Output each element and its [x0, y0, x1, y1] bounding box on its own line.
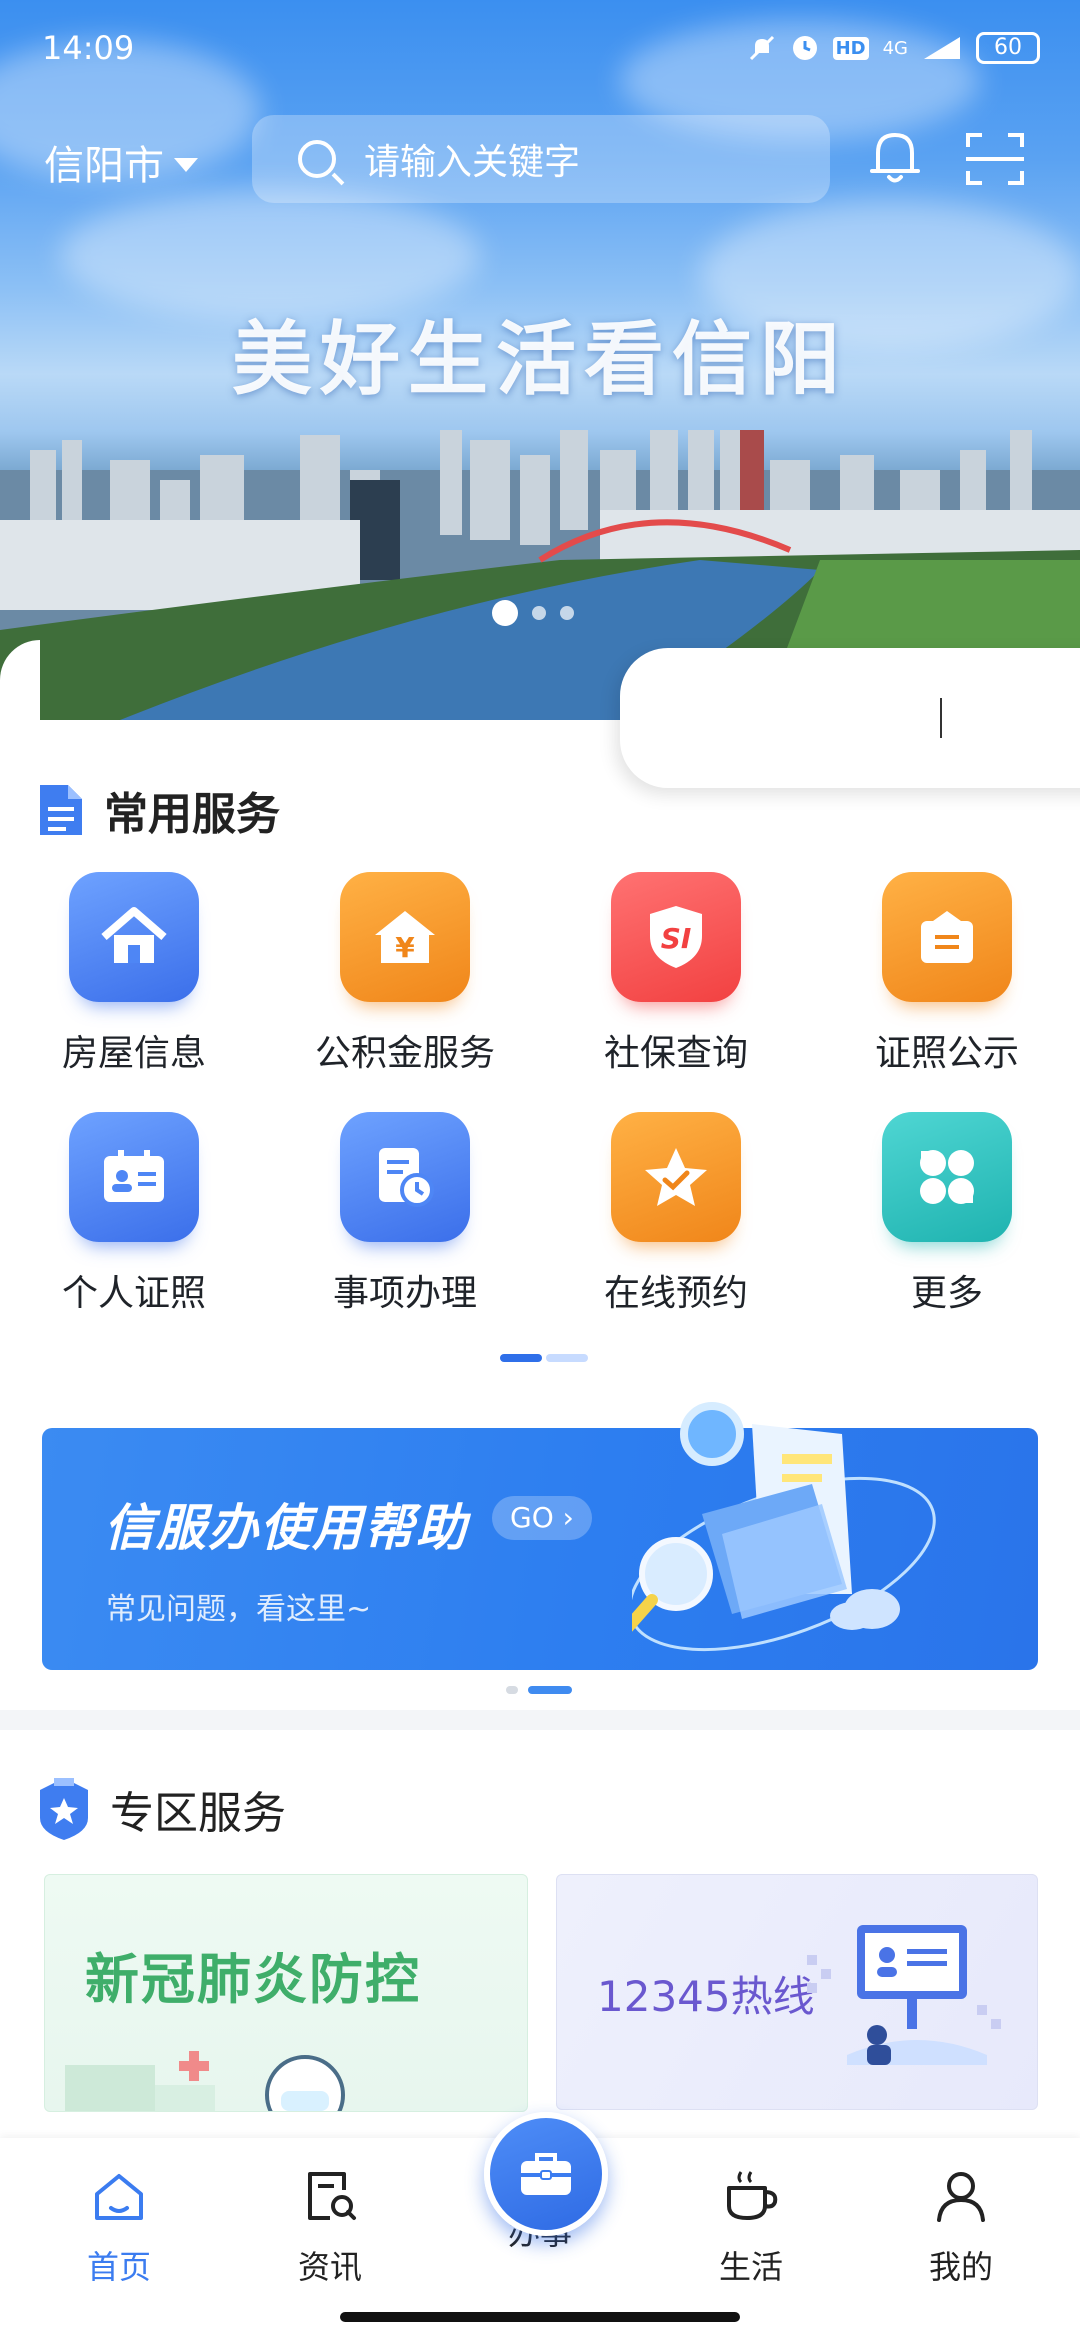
- alarm-clock-icon: [792, 36, 817, 60]
- hospital-illustration: [65, 2051, 345, 2111]
- network-type: 4G: [882, 37, 908, 59]
- pager-active: [528, 1686, 572, 1694]
- help-title: 信服办使用帮助: [104, 1499, 468, 1557]
- banner-dot[interactable]: [560, 606, 574, 620]
- service-housing-fund[interactable]: ¥ 公积金服务: [295, 872, 515, 1076]
- tab-life[interactable]: 生活: [676, 2166, 826, 2288]
- social-security-shield-icon: SI: [611, 872, 741, 1002]
- card-title: 12345热线: [597, 1972, 815, 2021]
- fund-yuan-house-icon: ¥: [340, 872, 470, 1002]
- zone-services-header: 专区服务: [36, 1774, 286, 1844]
- document-clock-icon: [340, 1112, 470, 1242]
- top-bar: 信阳市 请输入关键字: [0, 115, 1080, 205]
- support-desk-illustration: [807, 1925, 1001, 2065]
- section-title: 专区服务: [110, 1788, 286, 1839]
- tab-news[interactable]: 资讯: [255, 2166, 405, 2288]
- service-label: 个人证照: [61, 1273, 206, 1314]
- service-more[interactable]: 更多: [837, 1112, 1057, 1316]
- status-bar: 14:09 HD 4G 60: [42, 28, 1040, 68]
- service-label: 公积金服务: [314, 1033, 495, 1074]
- city-selector[interactable]: 信阳市: [44, 133, 198, 191]
- service-label: 证照公示: [874, 1033, 1019, 1074]
- go-label: GO: [510, 1501, 554, 1534]
- pager-active: [500, 1354, 542, 1362]
- id-card-icon: [69, 1112, 199, 1242]
- service-personal-license[interactable]: 个人证照: [24, 1112, 244, 1316]
- briefcase-icon: [521, 2153, 571, 2195]
- user-icon: [937, 2172, 985, 2222]
- affairs-fab-button[interactable]: [484, 2112, 608, 2236]
- tab-mine[interactable]: 我的: [886, 2166, 1036, 2288]
- card-title: 新冠肺炎防控: [85, 1948, 421, 2011]
- signal-icon: [924, 37, 960, 59]
- tab-label: 我的: [928, 2248, 993, 2286]
- battery-indicator: 60: [976, 32, 1040, 64]
- more-grid-icon: [882, 1112, 1012, 1242]
- svg-text:¥: ¥: [395, 931, 415, 964]
- service-label: 更多: [910, 1273, 983, 1314]
- pager-inactive: [546, 1354, 588, 1362]
- svg-text:SI: SI: [661, 922, 692, 955]
- service-license-notice[interactable]: 证照公示: [837, 872, 1057, 1076]
- hd-badge: HD: [832, 36, 869, 60]
- search-icon: [298, 140, 336, 178]
- banner-dot[interactable]: [532, 606, 546, 620]
- city-name: 信阳市: [44, 143, 164, 189]
- bell-icon[interactable]: [868, 127, 922, 187]
- help-pager: [506, 1686, 572, 1694]
- folder-magnifier-illustration: [632, 1402, 936, 1652]
- hotline-12345-card[interactable]: 12345热线: [556, 1874, 1038, 2110]
- service-affairs[interactable]: 事项办理: [295, 1112, 515, 1316]
- service-social-security[interactable]: SI 社保查询: [566, 872, 786, 1076]
- document-icon: [40, 785, 82, 835]
- covid-control-card[interactable]: 新冠肺炎防控: [44, 1874, 528, 2112]
- common-services-header: 常用服务: [36, 778, 280, 842]
- chevron-down-icon: [174, 158, 198, 172]
- tab-home[interactable]: 首页: [44, 2166, 194, 2288]
- service-label: 社保查询: [603, 1033, 748, 1074]
- mute-bell-icon: [749, 35, 774, 61]
- help-subtitle: 常见问题，看这里~: [106, 1592, 372, 1627]
- banner-slogan: 美好生活看信阳: [232, 313, 848, 406]
- search-input[interactable]: 请输入关键字: [252, 115, 830, 203]
- go-button[interactable]: GO ›: [492, 1496, 592, 1540]
- service-label: 房屋信息: [61, 1033, 206, 1074]
- home-indicator: [340, 2312, 740, 2322]
- service-label: 事项办理: [332, 1273, 477, 1314]
- star-check-icon: [611, 1112, 741, 1242]
- tab-label: 资讯: [297, 2248, 362, 2286]
- house-icon: [69, 872, 199, 1002]
- coffee-cup-icon: [727, 2171, 778, 2220]
- banner-pagination: [492, 600, 574, 626]
- scan-icon[interactable]: [964, 129, 1026, 189]
- star-badge-icon: [40, 1778, 88, 1840]
- services-pager: [500, 1354, 588, 1362]
- help-banner[interactable]: 信服办使用帮助 GO › 常见问题，看这里~: [42, 1402, 1038, 1670]
- text-cursor: [940, 698, 942, 738]
- service-online-booking[interactable]: 在线预约: [566, 1112, 786, 1316]
- certificate-bag-icon: [882, 872, 1012, 1002]
- hero-banner[interactable]: 美好生活看信阳 14:09 HD 4G 60 信阳市 请输入关键字: [0, 0, 1080, 720]
- home-icon: [95, 2174, 143, 2220]
- tab-label: 首页: [86, 2248, 151, 2286]
- pager-inactive: [506, 1686, 518, 1694]
- notice-tab[interactable]: [620, 648, 1080, 788]
- service-label: 在线预约: [603, 1273, 748, 1314]
- search-placeholder: 请输入关键字: [364, 142, 581, 183]
- service-house-info[interactable]: 房屋信息: [24, 872, 244, 1076]
- status-time: 14:09: [42, 29, 135, 67]
- tab-label: 生活: [718, 2248, 783, 2286]
- banner-dot-active[interactable]: [492, 600, 518, 626]
- news-search-icon: [308, 2172, 356, 2220]
- section-title: 常用服务: [104, 789, 280, 840]
